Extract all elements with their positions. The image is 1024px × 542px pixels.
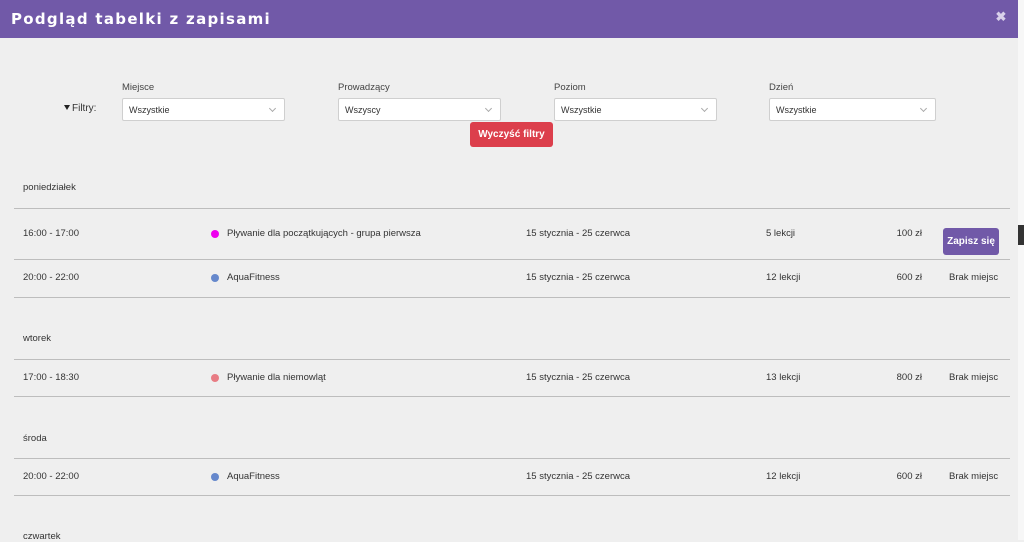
table-row: 17:00 - 18:30 Pływanie dla niemowląt 15 … xyxy=(14,368,1010,388)
filter-instructor-select[interactable]: Wszyscy xyxy=(338,98,501,121)
table-row: 16:00 - 17:00 Pływanie dla początkującyc… xyxy=(14,224,1010,255)
filter-day-value: Wszystkie xyxy=(776,105,817,115)
row-lessons: 12 lekcji xyxy=(766,471,801,482)
filter-place-label: Miejsce xyxy=(122,82,155,93)
filters-label: Filtry: xyxy=(64,103,96,114)
row-time: 17:00 - 18:30 xyxy=(23,372,79,383)
day-label-thursday: czwartek xyxy=(23,531,61,542)
row-status: Brak miejsc xyxy=(949,272,999,283)
scrollbar[interactable] xyxy=(1018,0,1024,540)
divider xyxy=(14,359,1010,360)
row-activity-name: AquaFitness xyxy=(227,272,280,283)
row-activity-name: Pływanie dla początkujących - grupa pier… xyxy=(227,228,421,239)
scrollbar-thumb[interactable] xyxy=(1018,225,1024,245)
chevron-down-icon xyxy=(484,104,493,113)
table-row: 20:00 - 22:00 AquaFitness 15 stycznia - … xyxy=(14,467,1010,487)
filter-level: Poziom Wszystkie xyxy=(554,82,717,121)
activity-color-dot xyxy=(211,473,219,481)
row-status: Brak miejsc xyxy=(949,471,999,482)
filter-level-label: Poziom xyxy=(554,82,586,93)
signup-button[interactable]: Zapisz się xyxy=(943,228,999,255)
filter-instructor-label: Prowadzący xyxy=(338,82,390,93)
divider xyxy=(14,208,1010,209)
filter-place-value: Wszystkie xyxy=(129,105,170,115)
modal-title: Podgląd tabelki z zapisami xyxy=(11,10,271,28)
activity-color-dot xyxy=(211,374,219,382)
day-label-tuesday: wtorek xyxy=(23,333,51,344)
row-dates: 15 stycznia - 25 czerwca xyxy=(526,471,631,482)
divider xyxy=(14,297,1010,298)
row-activity-name: Pływanie dla niemowląt xyxy=(227,372,326,383)
filter-day-select[interactable]: Wszystkie xyxy=(769,98,936,121)
row-price: 600 zł xyxy=(896,471,922,482)
row-price: 600 zł xyxy=(896,272,922,283)
filter-place-select[interactable]: Wszystkie xyxy=(122,98,285,121)
filter-level-value: Wszystkie xyxy=(561,105,602,115)
activity-color-dot xyxy=(211,230,219,238)
divider xyxy=(14,458,1010,459)
table-row: 20:00 - 22:00 AquaFitness 15 stycznia - … xyxy=(14,268,1010,288)
filter-day-label: Dzień xyxy=(769,82,794,93)
activity-color-dot xyxy=(211,274,219,282)
day-label-monday: poniedziałek xyxy=(23,182,76,193)
divider xyxy=(14,259,1010,260)
row-activity-name: AquaFitness xyxy=(227,471,280,482)
filter-place: Miejsce Wszystkie xyxy=(122,82,285,121)
modal-header: Podgląd tabelki z zapisami ✖ xyxy=(0,0,1018,38)
chevron-down-icon xyxy=(919,104,928,113)
filter-level-select[interactable]: Wszystkie xyxy=(554,98,717,121)
row-price: 100 zł xyxy=(896,228,922,239)
row-price: 800 zł xyxy=(896,372,922,383)
chevron-down-icon xyxy=(268,104,277,113)
row-time: 16:00 - 17:00 xyxy=(23,228,79,239)
chevron-down-icon xyxy=(700,104,709,113)
filters-label-text: Filtry: xyxy=(72,103,97,114)
divider xyxy=(14,396,1010,397)
row-lessons: 12 lekcji xyxy=(766,272,801,283)
row-time: 20:00 - 22:00 xyxy=(23,471,79,482)
filter-instructor: Prowadzący Wszyscy xyxy=(338,82,501,121)
filter-day: Dzień Wszystkie xyxy=(769,82,936,121)
row-dates: 15 stycznia - 25 czerwca xyxy=(526,272,631,283)
row-status: Brak miejsc xyxy=(949,372,999,383)
row-dates: 15 stycznia - 25 czerwca xyxy=(526,372,631,383)
row-dates: 15 stycznia - 25 czerwca xyxy=(526,228,631,239)
day-label-wednesday: środa xyxy=(23,433,47,444)
row-lessons: 13 lekcji xyxy=(766,372,801,383)
divider xyxy=(14,495,1010,496)
filter-icon xyxy=(64,104,70,110)
clear-filters-button[interactable]: Wyczyść filtry xyxy=(470,122,553,147)
row-lessons: 5 lekcji xyxy=(766,228,796,239)
filter-instructor-value: Wszyscy xyxy=(345,105,381,115)
row-time: 20:00 - 22:00 xyxy=(23,272,79,283)
close-icon[interactable]: ✖ xyxy=(994,10,1008,24)
